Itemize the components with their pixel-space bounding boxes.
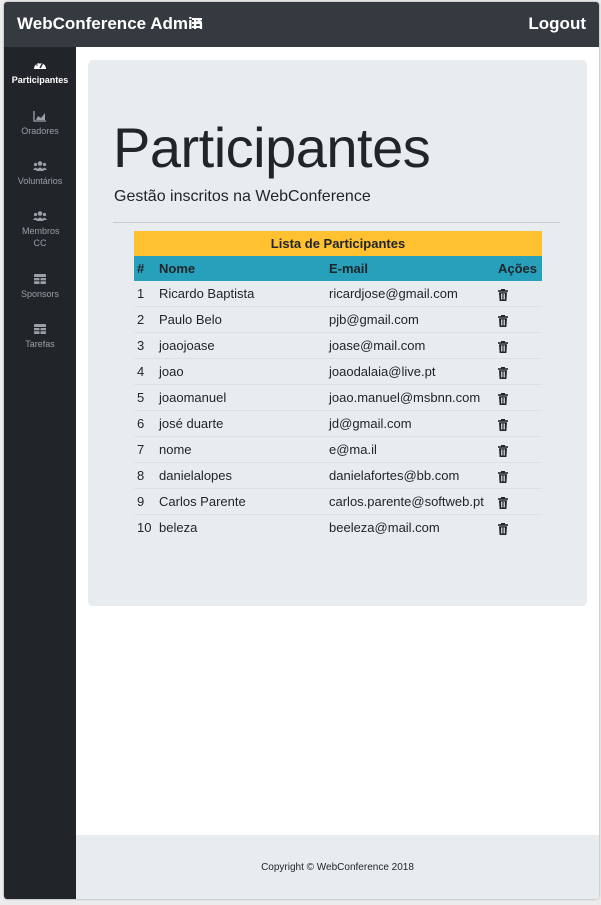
- table-row: 7 nome e@ma.il: [134, 436, 542, 463]
- participant-email: pjb@gmail.com: [326, 306, 495, 333]
- trash-icon[interactable]: [498, 392, 508, 405]
- actions-cell: [495, 488, 542, 515]
- page-subtitle: Gestão inscritos na WebConference: [114, 188, 371, 205]
- actions-cell: [495, 332, 542, 359]
- actions-cell: [495, 306, 542, 333]
- sidebar-item-label: Voluntários: [17, 176, 63, 186]
- users-icon: [33, 161, 47, 171]
- sidebar-item-sponsors[interactable]: Sponsors: [4, 273, 76, 300]
- footer: Copyright © WebConference 2018: [76, 835, 599, 899]
- trash-icon[interactable]: [498, 496, 508, 509]
- column-header-name: Nome: [156, 256, 326, 281]
- row-number: 8: [134, 462, 156, 489]
- participant-email: e@ma.il: [326, 436, 495, 463]
- table-row: 2 Paulo Belo pjb@gmail.com: [134, 306, 542, 333]
- sidebar-item-tarefas[interactable]: Tarefas: [4, 323, 76, 350]
- column-header-email: E-mail: [326, 256, 495, 281]
- participant-email: beeleza@mail.com: [326, 514, 495, 540]
- column-header-number: #: [134, 256, 156, 281]
- table-row: 4 joao joaodalaia@live.pt: [134, 358, 542, 385]
- trash-icon[interactable]: [498, 522, 508, 535]
- table-row: 5 joaomanuel joao.manuel@msbnn.com: [134, 384, 542, 411]
- actions-cell: [495, 514, 542, 540]
- actions-cell: [495, 436, 542, 463]
- row-number: 10: [134, 514, 156, 540]
- participant-email: joao.manuel@msbnn.com: [326, 384, 495, 411]
- actions-cell: [495, 358, 542, 385]
- sidebar-item-label: Tarefas: [25, 339, 55, 349]
- participant-name: Paulo Belo: [156, 306, 326, 333]
- row-number: 6: [134, 410, 156, 437]
- sidebar-item-label: Oradores: [21, 126, 59, 136]
- sidebar-item-participantes[interactable]: Participantes: [4, 59, 76, 86]
- table-row: 6 josé duarte jd@gmail.com: [134, 410, 542, 437]
- participant-email: joase@mail.com: [326, 332, 495, 359]
- row-number: 7: [134, 436, 156, 463]
- participant-name: joaojoase: [156, 332, 326, 359]
- main-content: Participantes Gestão inscritos na WebCon…: [76, 47, 599, 899]
- table-caption: Lista de Participantes: [134, 231, 542, 256]
- brand-title[interactable]: WebConference Admin: [17, 14, 203, 34]
- sidebar-item-label: Sponsors: [20, 289, 60, 299]
- sidebar-item-membros-cc[interactable]: Membros CC: [4, 210, 76, 249]
- participant-email: joaodalaia@live.pt: [326, 358, 495, 385]
- trash-icon[interactable]: [498, 340, 508, 353]
- table-row: 3 joaojoase joase@mail.com: [134, 332, 542, 359]
- participant-email: ricardjose@gmail.com: [329, 286, 458, 301]
- participant-name: josé duarte: [156, 410, 326, 437]
- sidebar-item-label: Participantes: [11, 75, 69, 85]
- app-window: WebConference Admin Logout Participantes…: [4, 2, 599, 899]
- area-chart-icon: [33, 111, 46, 122]
- hamburger-menu-icon[interactable]: [192, 15, 204, 33]
- row-number: 5: [134, 384, 156, 411]
- sidebar: Participantes Oradores Voluntários Membr…: [4, 47, 76, 899]
- trash-icon[interactable]: [498, 470, 508, 483]
- users-icon: [33, 211, 47, 221]
- top-navbar: WebConference Admin Logout: [4, 2, 599, 47]
- table-row: 10 beleza beeleza@mail.com: [134, 514, 542, 540]
- sidebar-item-voluntarios[interactable]: Voluntários: [4, 160, 76, 187]
- table-row: 9 Carlos Parente carlos.parente@softweb.pt: [134, 488, 542, 515]
- participants-table: Lista de Participantes # Nome E-mail Açõ…: [134, 231, 542, 540]
- actions-cell: [495, 462, 542, 489]
- actions-cell: [495, 410, 542, 437]
- row-number: 3: [134, 332, 156, 359]
- table-icon: [34, 324, 46, 334]
- sidebar-item-label: Membros CC: [22, 226, 60, 248]
- participant-name: beleza: [156, 514, 326, 540]
- row-number: 1: [137, 286, 145, 301]
- jumbotron-panel: Participantes Gestão inscritos na WebCon…: [88, 60, 587, 606]
- participant-name: Ricardo Baptista: [159, 286, 255, 301]
- trash-icon[interactable]: [498, 418, 508, 431]
- copyright-text: Copyright © WebConference 2018: [261, 862, 414, 873]
- divider: [113, 222, 560, 223]
- row-number: 9: [134, 488, 156, 515]
- dashboard-icon: [34, 62, 46, 69]
- trash-icon[interactable]: [498, 288, 508, 301]
- table-row: 8 danielalopes danielafortes@bb.com: [134, 462, 542, 489]
- logout-link[interactable]: Logout: [528, 14, 586, 34]
- participant-name: joao: [156, 358, 326, 385]
- actions-cell: [495, 384, 542, 411]
- participant-name: joaomanuel: [156, 384, 326, 411]
- participant-email: jd@gmail.com: [326, 410, 495, 437]
- row-number: 4: [134, 358, 156, 385]
- trash-icon[interactable]: [498, 444, 508, 457]
- table-row: 1 Ricardo Baptista ricardjose@gmail.com: [134, 281, 542, 307]
- table-icon: [34, 274, 46, 284]
- participant-email: danielafortes@bb.com: [326, 462, 495, 489]
- participant-name: Carlos Parente: [156, 488, 326, 515]
- table-header-row: # Nome E-mail Ações: [134, 256, 542, 281]
- page-title: Participantes: [113, 116, 431, 179]
- participant-email: carlos.parente@softweb.pt: [326, 488, 495, 515]
- row-number: 2: [134, 306, 156, 333]
- participant-name: nome: [156, 436, 326, 463]
- sidebar-item-oradores[interactable]: Oradores: [4, 110, 76, 137]
- trash-icon[interactable]: [498, 314, 508, 327]
- participant-name: danielalopes: [156, 462, 326, 489]
- trash-icon[interactable]: [498, 366, 508, 379]
- column-header-actions: Ações: [495, 256, 542, 281]
- actions-cell: [495, 281, 542, 307]
